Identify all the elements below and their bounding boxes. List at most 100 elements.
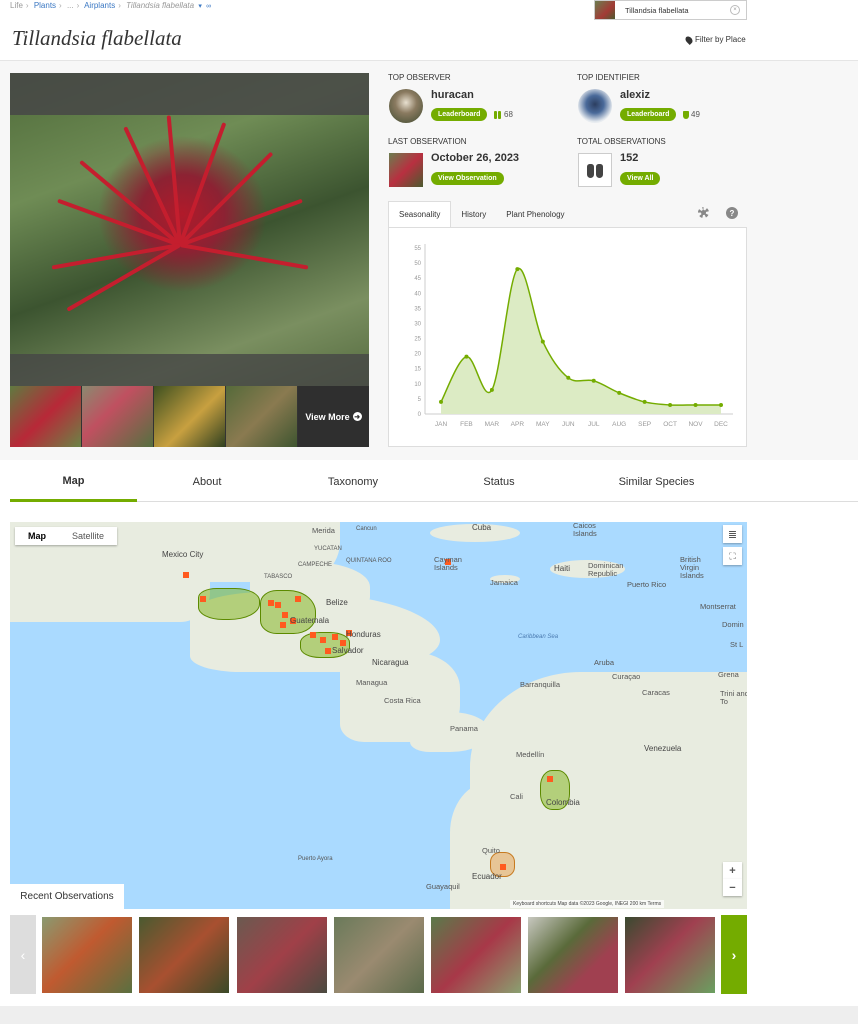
last-observation-thumbnail[interactable] [389, 153, 423, 187]
total-observations-count: 152 [620, 152, 639, 164]
photo-thumbnails: View More ➜ [10, 386, 369, 447]
view-more-button[interactable]: View More ➜ [298, 386, 369, 447]
search-taxon-thumbnail [595, 1, 615, 19]
gear-icon[interactable] [698, 207, 709, 218]
observation-thumbnail[interactable] [334, 917, 424, 993]
y-tick-label: 25 [414, 337, 421, 343]
avatar[interactable] [389, 89, 423, 123]
tab-map[interactable]: Map [10, 462, 137, 502]
y-tick-label: 30 [414, 321, 421, 327]
top-identifier-label: TOP IDENTIFIER [577, 73, 640, 82]
observation-marker[interactable] [500, 864, 506, 870]
x-tick-label: OCT [663, 421, 677, 428]
photo-thumbnail[interactable] [226, 386, 297, 447]
y-tick-label: 40 [414, 291, 421, 297]
satellite-view-button[interactable]: Satellite [59, 527, 117, 545]
chevron-down-icon[interactable]: ▾ [198, 3, 202, 10]
x-tick-label: MAY [536, 421, 550, 428]
observer-leaderboard-button[interactable]: Leaderboard [431, 108, 488, 121]
seasonality-chart: 0 5 10 15 20 25 30 35 40 45 50 55 JAN FEB MAR APR MAY JUN… [388, 227, 747, 447]
tab-similar-species[interactable]: Similar Species [569, 462, 744, 502]
observation-marker[interactable] [280, 622, 286, 628]
breadcrumb-ellipsis[interactable]: ... [67, 1, 74, 10]
data-point [693, 402, 698, 407]
chart-tabs: Seasonality History Plant Phenology [388, 201, 747, 227]
seasonality-chart-svg: 0 5 10 15 20 25 30 35 40 45 50 55 JAN FEB MAR APR MAY JUN… [414, 244, 733, 428]
chevron-right-icon[interactable]: › [721, 915, 747, 994]
breadcrumb-airplants[interactable]: Airplants [84, 1, 115, 10]
photo-thumbnail[interactable] [10, 386, 81, 447]
observation-marker[interactable] [200, 596, 206, 602]
fullscreen-icon[interactable]: ⛶ [723, 547, 742, 565]
observation-thumbnail[interactable] [625, 917, 715, 993]
tab-about[interactable]: About [137, 462, 277, 502]
y-tick-label: 35 [414, 306, 421, 312]
layers-icon[interactable]: ≣ [723, 525, 742, 543]
tab-seasonality[interactable]: Seasonality [388, 201, 452, 227]
breadcrumb-plants[interactable]: Plants [34, 1, 56, 10]
observation-marker[interactable] [275, 602, 281, 608]
zoom-in-button[interactable]: + [723, 862, 742, 879]
breadcrumb-current[interactable]: Tillandsia flabellata [126, 1, 194, 10]
observation-thumbnail[interactable] [42, 917, 132, 993]
top-bar: Life › Plants › ... › Airplants › Tillandsia… [0, 0, 858, 60]
breadcrumb-life[interactable]: Life [10, 1, 23, 10]
observation-marker[interactable] [268, 600, 274, 606]
y-tick-label: 20 [414, 352, 421, 358]
observation-marker[interactable] [320, 637, 326, 643]
last-observation-date: October 26, 2023 [431, 152, 520, 164]
identifier-leaderboard-button[interactable]: Leaderboard [620, 108, 677, 121]
chevron-left-icon[interactable]: ‹ [10, 915, 36, 994]
observation-marker[interactable] [310, 632, 316, 638]
observation-marker[interactable] [295, 596, 301, 602]
y-tick-label: 45 [414, 276, 421, 282]
footer-bar [0, 1006, 858, 1024]
breadcrumb: Life › Plants › ... › Airplants › Tillandsia… [10, 1, 212, 10]
observation-thumbnail[interactable] [431, 917, 521, 993]
map-view-button[interactable]: Map [15, 527, 59, 545]
photo-thumbnail[interactable] [82, 386, 153, 447]
observation-thumbnail[interactable] [139, 917, 229, 993]
observation-thumbnail[interactable] [237, 917, 327, 993]
tab-plant-phenology[interactable]: Plant Phenology [496, 201, 574, 227]
observation-marker[interactable] [547, 776, 553, 782]
view-all-button[interactable]: View All [620, 172, 661, 185]
map-pin-icon [684, 34, 694, 45]
x-tick-label: JUN [562, 421, 575, 428]
data-point [719, 402, 723, 407]
observation-map[interactable]: Merida Cancun Cuba Caicos Islands Mexico… [10, 522, 747, 909]
filter-by-place-button[interactable]: Filter by Place [684, 34, 746, 45]
avatar[interactable] [578, 89, 612, 123]
observation-marker[interactable] [183, 572, 189, 578]
main-photo[interactable] [10, 73, 369, 386]
binoculars-icon [493, 110, 502, 119]
observation-marker[interactable] [332, 634, 338, 640]
data-point [540, 339, 545, 344]
y-tick-label: 10 [414, 382, 421, 388]
observer-count: 68 [493, 110, 513, 119]
tab-history[interactable]: History [451, 201, 496, 227]
observation-marker[interactable] [325, 648, 331, 654]
last-observation-label: LAST OBSERVATION [388, 137, 467, 146]
x-tick-label: FEB [460, 421, 473, 428]
recent-observations-carousel: ‹ › [10, 915, 747, 994]
tab-status[interactable]: Status [429, 462, 569, 502]
photo-thumbnail[interactable] [154, 386, 225, 447]
zoom-out-button[interactable]: − [723, 879, 742, 896]
tab-taxonomy[interactable]: Taxonomy [277, 462, 429, 502]
observation-marker[interactable] [282, 612, 288, 618]
top-identifier-name[interactable]: alexiz [620, 89, 650, 101]
x-tick-label: DEC [714, 421, 728, 428]
view-observation-button[interactable]: View Observation [431, 172, 504, 185]
observation-thumbnail[interactable] [528, 917, 618, 993]
top-observer-name[interactable]: huracan [431, 89, 474, 101]
search-value[interactable]: Tillandsia flabellata [625, 6, 730, 15]
page-title: Tillandsia flabellata [12, 26, 182, 50]
data-point [642, 399, 647, 404]
help-icon[interactable]: ? [726, 207, 738, 219]
x-circle-icon[interactable]: × [730, 5, 740, 15]
y-tick-label: 15 [414, 367, 421, 373]
link-icon[interactable]: ∞ [206, 3, 211, 10]
taxon-search-input[interactable]: Tillandsia flabellata × [594, 0, 747, 20]
map-attribution[interactable]: Keyboard shortcuts Map data ©2023 Google… [510, 900, 665, 908]
